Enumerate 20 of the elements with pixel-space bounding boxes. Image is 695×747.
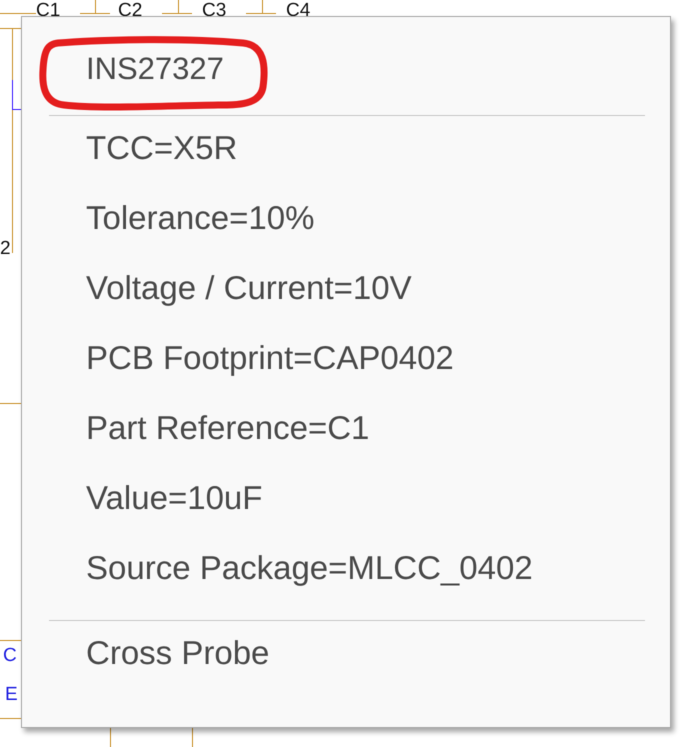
menu-item[interactable]: Source Package=MLCC_0402 — [86, 550, 533, 586]
wire — [192, 728, 193, 747]
wire — [0, 403, 22, 404]
reference-label: C2 — [118, 0, 142, 22]
wire — [110, 728, 111, 747]
reference-label: 2 — [0, 238, 11, 260]
reference-label: C1 — [36, 0, 60, 22]
reference-label: C3 — [202, 0, 226, 22]
menu-header: INS27327 — [86, 50, 224, 88]
menu-item[interactable]: Cross Probe — [86, 635, 270, 671]
reference-label: C4 — [286, 0, 310, 22]
menu-item[interactable]: TCC=X5R — [86, 130, 238, 166]
menu-item[interactable]: Voltage / Current=10V — [86, 270, 412, 306]
wire — [0, 640, 22, 641]
menu-item[interactable]: PCB Footprint=CAP0402 — [86, 340, 454, 376]
wire — [0, 13, 36, 14]
menu-item[interactable]: Tolerance=10% — [86, 200, 314, 236]
menu-item[interactable]: Value=10uF — [86, 480, 262, 516]
wire — [0, 718, 22, 719]
menu-item[interactable]: Part Reference=C1 — [86, 410, 370, 446]
